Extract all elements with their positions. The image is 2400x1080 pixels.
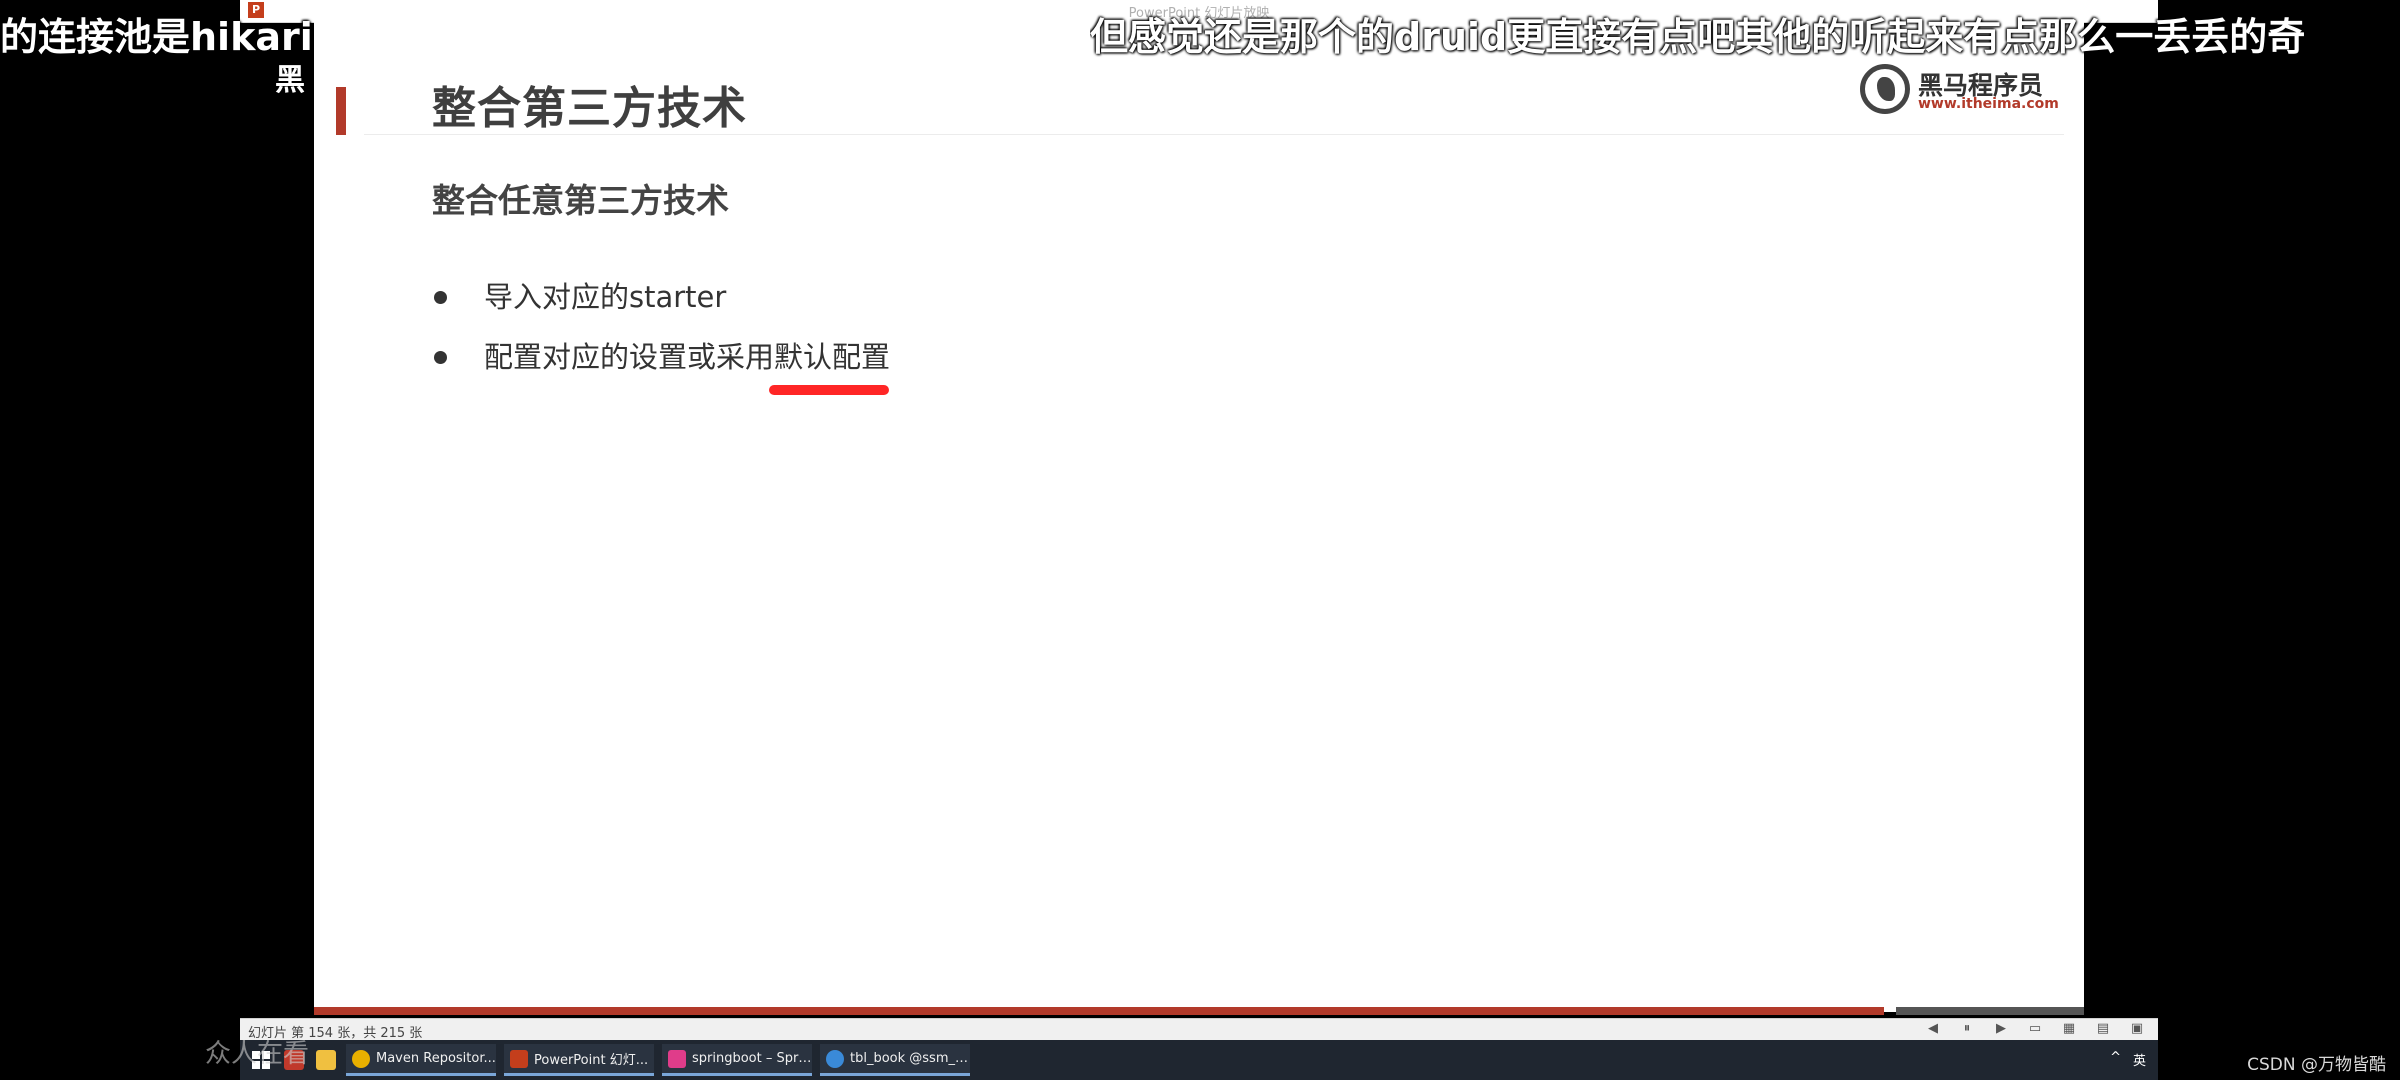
taskbar-item-intellij[interactable]: springboot – Spri...: [662, 1044, 812, 1076]
normal-view-icon[interactable]: ▭: [2026, 1021, 2044, 1037]
horse-logo-icon: [1860, 64, 1910, 114]
taskbar-item-label: tbl_book @ssm_d...: [850, 1051, 970, 1066]
previous-slide-icon[interactable]: ◀: [1924, 1021, 1942, 1037]
navicat-icon: [826, 1049, 844, 1068]
title-divider: [364, 134, 2064, 135]
view-buttons: ◀ ⏸ ▶ ▭ ▦ ▤ ▣: [1924, 1021, 2146, 1037]
taskbar-item-maven[interactable]: Maven Repositor...: [346, 1044, 496, 1076]
ime-indicator[interactable]: 英: [2133, 1050, 2146, 1069]
slide[interactable]: 整合第三方技术 黑马程序员 www.itheima.com 整合任意第三方技术 …: [314, 22, 2084, 1015]
bullet-text: 导入对应的starter: [484, 280, 727, 314]
bullet-text: 配置对应的设置或采用默认配置: [484, 340, 891, 374]
itheima-logo: 黑马程序员 www.itheima.com: [1860, 62, 2059, 118]
bullet-dot-icon: [434, 351, 447, 364]
csdn-watermark: CSDN @万物皆酷: [2247, 1055, 2386, 1075]
pause-icon[interactable]: ⏸: [1958, 1021, 1976, 1037]
bullet-list: 导入对应的starter 配置对应的设置或采用默认配置: [432, 277, 890, 397]
bullet-item: 导入对应的starter: [432, 277, 890, 337]
file-explorer-icon[interactable]: [316, 1050, 336, 1070]
taskbar-item-label: Maven Repositor...: [376, 1051, 496, 1066]
reading-view-icon[interactable]: ▤: [2094, 1021, 2112, 1037]
slide-bottom-accent-bar: [314, 1007, 1884, 1015]
slide-title: 整合第三方技术: [432, 83, 747, 134]
taskbar-item-powerpoint[interactable]: PowerPoint 幻灯...: [504, 1044, 654, 1076]
logo-url-text: www.itheima.com: [1918, 96, 2059, 112]
caption-top-left: 的连接池是hikari: [0, 15, 313, 59]
caption-top-right: 但感觉还是那个的druid更直接有点吧其他的听起来有点那么一丢丢的奇: [1090, 15, 2306, 59]
bullet-dot-icon: [434, 291, 447, 304]
taskbar-item-navicat[interactable]: tbl_book @ssm_d...: [820, 1044, 970, 1076]
windows-taskbar: Maven Repositor... PowerPoint 幻灯... spri…: [240, 1040, 2158, 1080]
slideshow-view-icon[interactable]: ▣: [2128, 1021, 2146, 1037]
system-tray: ^ 英: [2110, 1050, 2146, 1069]
caption-top-left-line2: 黑: [275, 63, 305, 98]
taskbar-item-label: PowerPoint 幻灯...: [534, 1053, 649, 1068]
red-pen-underline: [769, 385, 889, 395]
chrome-icon: [352, 1049, 370, 1068]
powerpoint-status-bar: 幻灯片 第 154 张，共 215 张 ◀ ⏸ ▶ ▭ ▦ ▤ ▣: [240, 1018, 2158, 1041]
slide-subtitle: 整合任意第三方技术: [432, 181, 729, 220]
slide-bottom-gray-bar: [1896, 1007, 2084, 1015]
viewer-count-overlay: 众人在看: [205, 1039, 310, 1069]
chevron-up-icon[interactable]: ^: [2110, 1050, 2121, 1069]
next-slide-icon[interactable]: ▶: [1992, 1021, 2010, 1037]
powerpoint-icon: [510, 1049, 528, 1068]
intellij-icon: [668, 1049, 686, 1068]
taskbar-item-label: springboot – Spri...: [692, 1051, 812, 1066]
slide-sorter-icon[interactable]: ▦: [2060, 1021, 2078, 1037]
screen: P PowerPoint 幻灯片放映 整合第三方技术 黑马程序员 www.ith…: [0, 0, 2400, 1080]
